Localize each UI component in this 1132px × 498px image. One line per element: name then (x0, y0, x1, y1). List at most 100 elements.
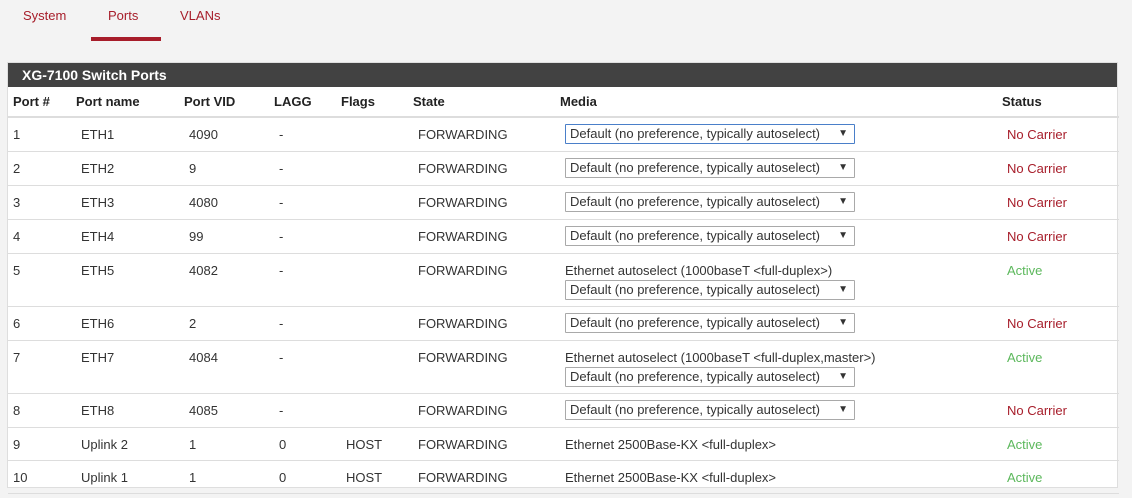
port-vid: 1 (189, 470, 197, 485)
port-state: FORWARDING (418, 437, 508, 452)
port-vid: 4085 (189, 403, 218, 418)
port-number: 5 (13, 263, 21, 278)
port-number: 6 (13, 316, 21, 331)
port-state: FORWARDING (418, 161, 508, 176)
port-flags (341, 307, 413, 316)
port-status: No Carrier (1007, 403, 1067, 418)
port-vid: 4080 (189, 195, 218, 210)
port-number: 9 (13, 437, 21, 452)
port-status: No Carrier (1007, 127, 1067, 142)
media-select-value: Default (no preference, typically autose… (570, 126, 821, 141)
port-vid: 4090 (189, 127, 218, 142)
port-name: ETH3 (81, 195, 115, 210)
table-row: 6 ETH6 2 - FORWARDING Default (no preference,… (8, 306, 1119, 341)
port-flags (341, 394, 413, 403)
table-row: 1 ETH1 4090 - FORWARDING Default (no preferen… (8, 117, 1119, 152)
port-lagg: - (279, 403, 284, 418)
port-lagg: - (279, 161, 284, 176)
port-name: ETH4 (81, 229, 115, 244)
port-vid: 4084 (189, 350, 218, 365)
port-lagg: - (279, 316, 284, 331)
port-lagg: 0 (279, 470, 287, 485)
port-flags (341, 341, 413, 350)
chevron-down-icon: ▼ (838, 230, 848, 241)
table-row: 10 Uplink 1 1 0 HOST FORWARDING Ethernet 2500B… (8, 460, 1119, 494)
media-select[interactable]: Default (no preference, typically autose… (565, 158, 855, 178)
table-row: 3 ETH3 4080 - FORWARDING Default (no preferen… (8, 185, 1119, 220)
port-name: Uplink 2 (81, 437, 128, 452)
port-status: Active (1007, 350, 1043, 365)
port-lagg: - (279, 195, 284, 210)
media-select[interactable]: Default (no preference, typically autose… (565, 192, 855, 212)
port-state: FORWARDING (418, 470, 508, 485)
port-state: FORWARDING (418, 229, 508, 244)
port-vid: 2 (189, 316, 197, 331)
media-description: Ethernet autoselect (1000baseT <full-dup… (565, 263, 833, 278)
col-state: State (413, 87, 560, 118)
port-name: ETH2 (81, 161, 115, 176)
table-row: 9 Uplink 2 1 0 HOST FORWARDING Ethernet 2500Ba… (8, 427, 1119, 461)
chevron-down-icon: ▼ (838, 162, 848, 173)
port-lagg: - (279, 350, 284, 365)
port-name: ETH7 (81, 350, 115, 365)
port-status: Active (1007, 263, 1043, 278)
port-lagg: - (279, 127, 284, 142)
port-flags (341, 254, 413, 263)
table-header-row: Port # Port name Port VID LAGG Flags Sta… (8, 87, 1119, 118)
port-number: 2 (13, 161, 21, 176)
port-name: ETH8 (81, 403, 115, 418)
col-flags: Flags (341, 87, 413, 118)
port-lagg: - (279, 263, 284, 278)
media-select[interactable]: Default (no preference, typically autose… (565, 280, 855, 300)
media-description: Ethernet autoselect (1000baseT <full-dup… (565, 350, 876, 365)
chevron-down-icon: ▼ (838, 128, 848, 139)
table-row: 5 ETH5 4082 - FORWARDING Ethernet autoselect … (8, 253, 1119, 307)
switch-ports-panel: XG-7100 Switch Ports Port # Port name Po… (7, 62, 1119, 494)
port-status: No Carrier (1007, 316, 1067, 331)
port-status: No Carrier (1007, 229, 1067, 244)
port-state: FORWARDING (418, 263, 508, 278)
port-name: ETH5 (81, 263, 115, 278)
chevron-down-icon: ▼ (838, 196, 848, 207)
port-state: FORWARDING (418, 350, 508, 365)
tab-vlans[interactable]: VLANs (180, 8, 220, 23)
media-select[interactable]: Default (no preference, typically autose… (565, 226, 855, 246)
table-row: 7 ETH7 4084 - FORWARDING Ethernet autoselect … (8, 340, 1119, 394)
media-select[interactable]: Default (no preference, typically autose… (565, 367, 855, 387)
media-select-value: Default (no preference, typically autose… (570, 315, 821, 330)
port-name: ETH1 (81, 127, 115, 142)
panel-title: XG-7100 Switch Ports (8, 63, 1117, 87)
port-flags (341, 220, 413, 229)
tab-ports[interactable]: Ports (108, 8, 138, 23)
media-select-value: Default (no preference, typically autose… (570, 160, 821, 175)
media-select-value: Default (no preference, typically autose… (570, 194, 821, 209)
col-port-vid: Port VID (184, 87, 274, 118)
media-select[interactable]: Default (no preference, typically autose… (565, 400, 855, 420)
port-state: FORWARDING (418, 195, 508, 210)
media-description: Ethernet 2500Base-KX <full-duplex> (565, 470, 777, 485)
port-lagg: 0 (279, 437, 287, 452)
port-flags (341, 118, 413, 127)
port-vid: 99 (189, 229, 204, 244)
port-vid: 4082 (189, 263, 218, 278)
media-select-value: Default (no preference, typically autose… (570, 402, 821, 417)
port-vid: 9 (189, 161, 197, 176)
tab-system[interactable]: System (23, 8, 66, 23)
port-state: FORWARDING (418, 316, 508, 331)
table-row: 2 ETH2 9 - FORWARDING Default (no preference,… (8, 151, 1119, 186)
ports-table: Port # Port name Port VID LAGG Flags Sta… (8, 87, 1119, 494)
col-media: Media (560, 87, 1002, 118)
media-select[interactable]: Default (no preference, typically autose… (565, 313, 855, 333)
media-select[interactable]: Default (no preference, typically autose… (565, 124, 855, 144)
media-select-value: Default (no preference, typically autose… (570, 228, 821, 243)
port-status: Active (1007, 437, 1043, 452)
active-tab-indicator (91, 37, 161, 41)
port-number: 1 (13, 127, 21, 142)
port-flags (341, 186, 413, 195)
chevron-down-icon: ▼ (838, 284, 848, 295)
col-lagg: LAGG (274, 87, 341, 118)
port-number: 3 (13, 195, 21, 210)
chevron-down-icon: ▼ (838, 404, 848, 415)
media-description: Ethernet 2500Base-KX <full-duplex> (565, 437, 777, 452)
tab-bar: System Ports VLANs (0, 0, 1132, 41)
